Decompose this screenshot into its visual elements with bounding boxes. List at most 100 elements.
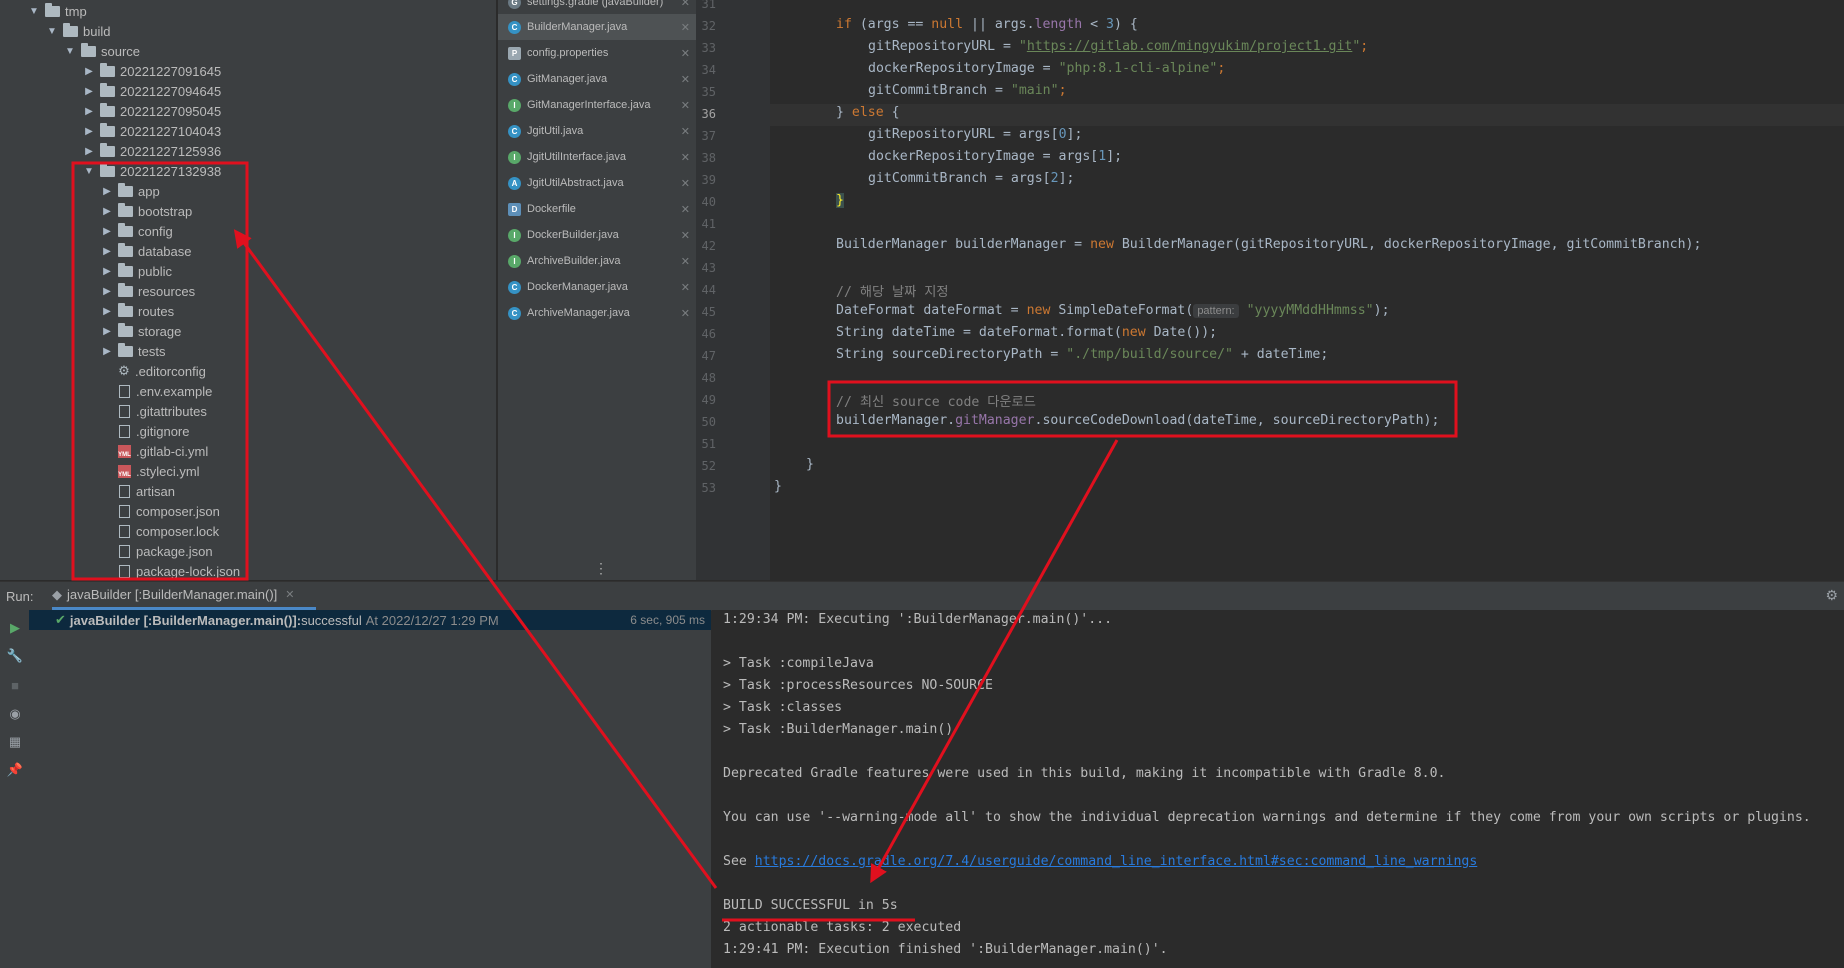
close-icon[interactable]: ✕ xyxy=(681,125,690,138)
tree-item[interactable]: ▶ tests xyxy=(100,341,165,361)
console-output[interactable] xyxy=(712,610,1844,968)
tree-item-label: .env.example xyxy=(136,383,213,399)
tree-item[interactable]: ▶ 20221227094645 xyxy=(82,81,221,101)
tree-item[interactable]: ▶ app xyxy=(100,181,160,201)
tree-item[interactable]: artisan xyxy=(100,481,175,501)
editor-tab[interactable]: C JgitUtil.java ✕ xyxy=(498,118,696,144)
tree-item[interactable]: ▶ 20221227125936 xyxy=(82,141,221,161)
chevron-down-icon[interactable]: ▼ xyxy=(27,6,41,17)
chevron-down-icon[interactable]: ▼ xyxy=(63,46,77,57)
tree-item[interactable]: ▶ bootstrap xyxy=(100,201,192,221)
chevron-right-icon[interactable]: ▶ xyxy=(100,226,114,237)
chevron-right-icon[interactable]: ▶ xyxy=(100,306,114,317)
tree-item[interactable]: ▶ storage xyxy=(100,321,181,341)
tree-item[interactable]: package-lock.json xyxy=(100,561,240,580)
line-number: 45 xyxy=(701,305,716,319)
close-icon[interactable]: ✕ xyxy=(681,229,690,242)
eye-icon[interactable]: ◉ xyxy=(6,706,24,722)
tree-item[interactable]: ▶ 20221227095045 xyxy=(82,101,221,121)
editor-tab[interactable]: A JgitUtilAbstract.java ✕ xyxy=(498,170,696,196)
settings-gear-icon[interactable]: ⚙ xyxy=(1825,587,1838,604)
code-line-49: // 최신 source code 다운로드 xyxy=(836,395,1036,410)
chevron-right-icon[interactable]: ▶ xyxy=(100,346,114,357)
chevron-right-icon[interactable]: ▶ xyxy=(100,266,114,277)
tab-label: GitManagerInterface.java xyxy=(527,99,651,111)
chevron-right-icon[interactable]: ▶ xyxy=(100,246,114,257)
chevron-right-icon[interactable]: ▶ xyxy=(100,326,114,337)
editor-tab[interactable]: I ArchiveBuilder.java ✕ xyxy=(498,248,696,274)
chevron-right-icon[interactable]: ▶ xyxy=(82,146,96,157)
close-icon[interactable]: ✕ xyxy=(681,177,690,190)
tree-item[interactable]: .env.example xyxy=(100,381,212,401)
close-icon[interactable]: ✕ xyxy=(681,255,690,268)
editor-tab[interactable]: D Dockerfile ✕ xyxy=(498,196,696,222)
close-icon[interactable]: ✕ xyxy=(681,151,690,164)
tree-item[interactable]: ▶ resources xyxy=(100,281,195,301)
tree-item[interactable]: ▶ database xyxy=(100,241,192,261)
editor-tab[interactable]: Pconfig.properties ✕ xyxy=(498,40,696,66)
editor-tab[interactable]: C DockerManager.java ✕ xyxy=(498,274,696,300)
chevron-right-icon[interactable]: ▶ xyxy=(82,106,96,117)
tree-item[interactable]: ▶ config xyxy=(100,221,173,241)
wrench-icon[interactable]: 🔧 xyxy=(6,648,24,664)
close-icon[interactable]: ✕ xyxy=(681,0,690,9)
code-line-34: dockerRepositoryImage = "php:8.1-cli-alp… xyxy=(868,61,1226,76)
chevron-right-icon[interactable]: ▶ xyxy=(100,186,114,197)
line-number: 47 xyxy=(701,349,716,363)
tree-item[interactable]: ▶ 20221227104043 xyxy=(82,121,221,141)
close-icon[interactable]: ✕ xyxy=(681,281,690,294)
tree-item[interactable]: ▶ routes xyxy=(100,301,174,321)
gradle-docs-link[interactable]: https://docs.gradle.org/7.4/userguide/co… xyxy=(755,854,1478,869)
close-icon[interactable]: ✕ xyxy=(681,73,690,86)
tree-item[interactable]: ▶ public xyxy=(100,261,172,281)
run-tab[interactable]: ◆ javaBuilder [:BuilderManager.main()] ✕ xyxy=(52,582,316,610)
tree-item[interactable]: .gitignore xyxy=(100,421,189,441)
run-results-tree: ✔ javaBuilder [:BuilderManager.main()]: … xyxy=(29,610,711,968)
editor-tab[interactable]: C ArchiveManager.java ✕ xyxy=(498,300,696,326)
chevron-down-icon[interactable]: ▼ xyxy=(45,26,59,37)
chevron-down-icon[interactable]: ▼ xyxy=(82,166,96,177)
pin-icon[interactable]: 📌 xyxy=(6,762,24,778)
tree-item[interactable]: ▼ source xyxy=(63,41,140,61)
close-icon[interactable]: ✕ xyxy=(285,588,294,601)
console-line: You can use '--warning-mode all' to show… xyxy=(723,810,1811,825)
file-type-icon: I xyxy=(508,150,521,164)
vertical-dots-icon[interactable]: ⋮ xyxy=(594,560,608,577)
chevron-right-icon[interactable]: ▶ xyxy=(100,206,114,217)
run-result-row[interactable]: ✔ javaBuilder [:BuilderManager.main()]: … xyxy=(29,610,711,630)
chevron-right-icon[interactable]: ▶ xyxy=(100,286,114,297)
close-icon[interactable]: ✕ xyxy=(681,203,690,216)
tab-settings-gradle[interactable]: G settings.gradle (javaBuilder) ✕ xyxy=(498,0,696,12)
close-icon[interactable]: ✕ xyxy=(681,99,690,112)
editor-tab[interactable]: C GitManager.java ✕ xyxy=(498,66,696,92)
tree-item[interactable]: YML .styleci.yml xyxy=(100,461,200,481)
close-icon[interactable]: ✕ xyxy=(681,47,690,60)
tree-item[interactable]: ▼ 20221227132938 xyxy=(82,161,221,181)
close-icon[interactable]: ✕ xyxy=(681,307,690,320)
editor-tab[interactable]: C BuilderManager.java ✕ xyxy=(498,14,696,40)
layout-icon[interactable]: ▦ xyxy=(6,734,24,750)
chevron-right-icon[interactable]: ▶ xyxy=(82,126,96,137)
tree-item-label: 20221227132938 xyxy=(120,163,222,179)
tree-item[interactable]: ⚙ .editorconfig xyxy=(100,361,206,381)
rerun-icon[interactable]: ▶ xyxy=(6,620,24,636)
file-type-icon: I xyxy=(508,228,521,242)
tree-item[interactable]: composer.json xyxy=(100,501,220,521)
editor-tab[interactable]: I DockerBuilder.java ✕ xyxy=(498,222,696,248)
tree-item[interactable]: ▼ tmp xyxy=(27,1,87,21)
tree-item[interactable]: ▼ build xyxy=(45,21,110,41)
editor-tab[interactable]: I JgitUtilInterface.java ✕ xyxy=(498,144,696,170)
editor-tab[interactable]: I GitManagerInterface.java ✕ xyxy=(498,92,696,118)
tree-item[interactable]: YML .gitlab-ci.yml xyxy=(100,441,208,461)
tree-item[interactable]: package.json xyxy=(100,541,213,561)
file-icon xyxy=(119,484,130,498)
close-icon[interactable]: ✕ xyxy=(681,21,690,34)
tree-item-label: tests xyxy=(138,343,166,359)
tree-item[interactable]: ▶ 20221227091645 xyxy=(82,61,221,81)
chevron-right-icon[interactable]: ▶ xyxy=(82,86,96,97)
folder-icon xyxy=(81,42,96,57)
tree-item[interactable]: .gitattributes xyxy=(100,401,207,421)
tree-item[interactable]: composer.lock xyxy=(100,521,219,541)
stop-icon[interactable]: ■ xyxy=(6,678,24,693)
chevron-right-icon[interactable]: ▶ xyxy=(82,66,96,77)
